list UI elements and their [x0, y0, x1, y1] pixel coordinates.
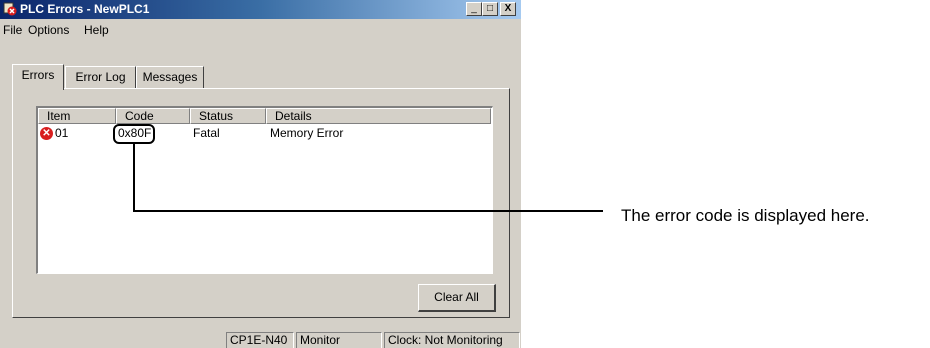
callout-line: [133, 144, 603, 212]
tab-errors[interactable]: Errors: [12, 64, 64, 90]
annotation-text: The error code is displayed here.: [621, 206, 870, 225]
